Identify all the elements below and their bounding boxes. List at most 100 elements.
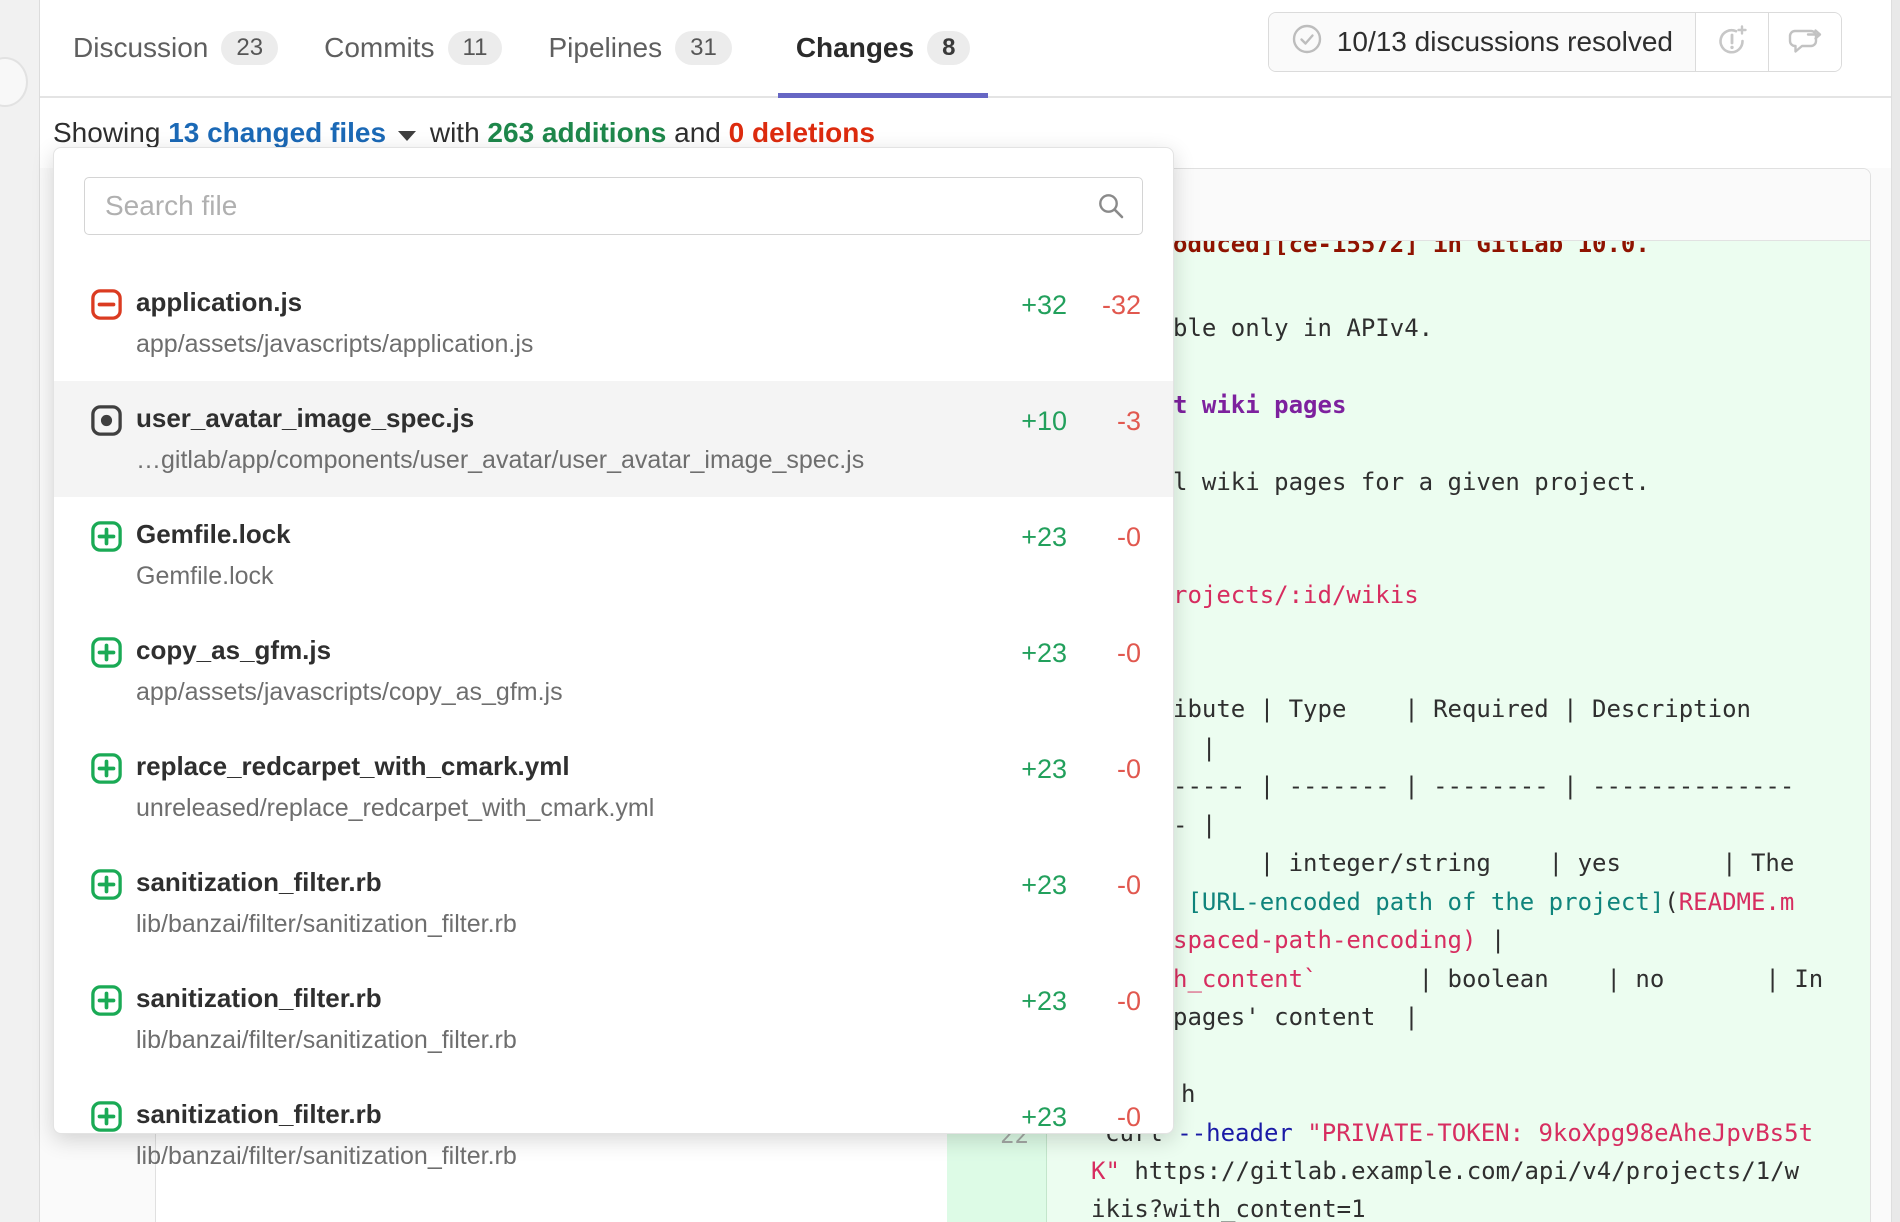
diff-code-line: ----- | ------- | -------- | -----------…	[1173, 771, 1794, 801]
diff-code-line: l wiki pages for a given project.	[1173, 467, 1650, 497]
file-stats: +10-3	[997, 406, 1141, 437]
file-additions: +10	[997, 406, 1067, 437]
discussions-resolved-label: 10/13 discussions resolved	[1337, 26, 1673, 58]
summary-additions: 263 additions	[487, 117, 666, 149]
resolve-all-in-new-issue-button[interactable]	[1696, 13, 1769, 71]
tab-count-badge: 31	[675, 31, 732, 65]
file-additions: +23	[997, 522, 1067, 553]
file-additions: +23	[997, 870, 1067, 901]
file-stats: +23-0	[997, 870, 1141, 901]
file-name: Gemfile.lock	[136, 519, 291, 550]
diff-code-line: pages' content |	[1173, 1002, 1419, 1032]
tab-label: Commits	[324, 32, 434, 64]
discussions-actions-group: 10/13 discussions resolved	[1268, 12, 1842, 72]
merge-request-tabbar: Discussion 23 Commits 11 Pipelines 31 Changes 8…	[40, 0, 1900, 98]
changed-files-dropdown-toggle[interactable]: 13 changed files	[168, 117, 386, 149]
file-name: sanitization_filter.rb	[136, 1099, 517, 1130]
file-stats: +32-32	[997, 290, 1141, 321]
file-additions: +23	[997, 638, 1067, 669]
tab-label: Changes	[796, 32, 914, 64]
changed-files-dropdown: application.js app/assets/javascripts/app…	[53, 147, 1174, 1134]
file-stats: +23-0	[997, 522, 1141, 553]
scrollbar-track[interactable]	[1891, 0, 1900, 1222]
active-tab-underline	[778, 93, 989, 98]
diff-code-line: t wiki pages	[1173, 390, 1346, 420]
diff-code-line: rojects/:id/wikis	[1173, 580, 1419, 610]
tab-count-badge: 11	[448, 31, 503, 65]
file-row[interactable]: replace_redcarpet_with_cmark.ymlunreleas…	[54, 729, 1173, 845]
diff-code-line: ibute | Type | Required | Description	[1173, 694, 1751, 724]
summary-showing-text: Showing	[53, 117, 168, 149]
file-path: lib/banzai/filter/sanitization_filter.rb	[136, 909, 517, 939]
file-additions: +23	[997, 1102, 1067, 1133]
file-path: …gitlab/app/components/user_avatar/user_…	[136, 445, 864, 475]
file-row[interactable]: copy_as_gfm.js app/assets/javascripts/cop…	[54, 613, 1173, 729]
file-row[interactable]: sanitization_filter.rblib/banzai/filter/…	[54, 845, 1173, 961]
file-added-icon	[90, 752, 123, 785]
file-row[interactable]: sanitization_filter.rb lib/banzai/filter/…	[54, 1077, 1173, 1193]
file-row[interactable]: sanitization_filter.rb lib/banzai/filter/…	[54, 961, 1173, 1077]
file-path: Gemfile.lock	[136, 561, 291, 591]
file-stats: +23-0	[997, 754, 1141, 785]
file-added-icon	[90, 636, 123, 669]
file-meta: application.js app/assets/javascripts/app…	[136, 287, 533, 359]
file-added-icon	[90, 984, 123, 1017]
file-meta: sanitization_filter.rblib/banzai/filter/…	[136, 867, 517, 939]
file-name: user_avatar_image_spec.js	[136, 403, 864, 434]
chevron-down-icon[interactable]	[398, 131, 416, 141]
diff-code-line: ikis?with_content=1	[1091, 1194, 1366, 1222]
file-meta: sanitization_filter.rb lib/banzai/filter/…	[136, 1099, 517, 1171]
file-path: lib/banzai/filter/sanitization_filter.rb	[136, 1025, 517, 1055]
file-stats: +23-0	[997, 986, 1141, 1017]
summary-with-text: with	[422, 117, 487, 149]
file-name: copy_as_gfm.js	[136, 635, 563, 666]
diff-code-line: |	[1173, 733, 1216, 763]
check-circle-icon	[1291, 23, 1323, 62]
file-path: app/assets/javascripts/application.js	[136, 329, 533, 359]
file-path: lib/banzai/filter/sanitization_filter.rb	[136, 1141, 517, 1171]
discussions-resolved-status: 10/13 discussions resolved	[1269, 13, 1696, 71]
tab-discussion[interactable]: Discussion 23	[73, 0, 278, 96]
file-added-icon	[90, 868, 123, 901]
tab-changes[interactable]: Changes 8	[778, 0, 989, 96]
file-row[interactable]: Gemfile.lock Gemfile.lock +23-0	[54, 497, 1173, 613]
tab-count-badge: 23	[221, 31, 278, 65]
tab-commits[interactable]: Commits 11	[324, 0, 502, 96]
jump-to-next-unresolved-discussion-button[interactable]	[1769, 13, 1841, 71]
file-meta: sanitization_filter.rb lib/banzai/filter/…	[136, 983, 517, 1055]
diff-code-line: K" https://gitlab.example.com/api/v4/pro…	[1091, 1156, 1799, 1186]
tab-label: Discussion	[73, 32, 208, 64]
file-added-icon	[90, 520, 123, 553]
tab-pipelines[interactable]: Pipelines 31	[548, 0, 731, 96]
summary-deletions: 0 deletions	[729, 117, 875, 149]
diff-code-line: [URL-encoded path of the project](README…	[1173, 887, 1794, 917]
file-name: sanitization_filter.rb	[136, 983, 517, 1014]
tab-label: Pipelines	[548, 32, 662, 64]
file-additions: +32	[997, 290, 1067, 321]
tab-count-badge: 8	[927, 31, 970, 65]
file-deletions: -0	[1067, 986, 1141, 1017]
collapsed-sidebar-button[interactable]	[0, 57, 28, 107]
diff-code-line: | integer/string | yes | The	[1173, 848, 1794, 878]
left-rail	[0, 0, 40, 1222]
changed-files-list: application.js app/assets/javascripts/app…	[54, 265, 1173, 1193]
jump-to-next-discussion-icon	[1786, 21, 1824, 64]
file-deletions: -32	[1067, 290, 1141, 321]
file-row[interactable]: application.js app/assets/javascripts/app…	[54, 265, 1173, 381]
file-search-container	[84, 177, 1143, 235]
file-deleted-icon	[90, 288, 123, 321]
summary-and-text: and	[666, 117, 728, 149]
search-file-input[interactable]	[84, 177, 1143, 235]
diff-code-line: spaced-path-encoding) |	[1173, 925, 1505, 955]
diff-code-line: h_content` | boolean | no | In	[1173, 964, 1823, 994]
resolve-with-new-issue-icon	[1714, 22, 1750, 63]
file-additions: +23	[997, 986, 1067, 1017]
file-name: application.js	[136, 287, 533, 318]
diff-code-line: curl --header "PRIVATE-TOKEN: 9koXpg98eA…	[1105, 1118, 1813, 1148]
file-row[interactable]: user_avatar_image_spec.js …gitlab/app/com…	[54, 381, 1173, 497]
file-deletions: -0	[1067, 638, 1141, 669]
file-additions: +23	[997, 754, 1067, 785]
file-deletions: -3	[1067, 406, 1141, 437]
file-path: app/assets/javascripts/copy_as_gfm.js	[136, 677, 563, 707]
merge-request-tabs-panel: Discussion 23 Commits 11 Pipelines 31 Changes 8…	[40, 0, 1900, 168]
